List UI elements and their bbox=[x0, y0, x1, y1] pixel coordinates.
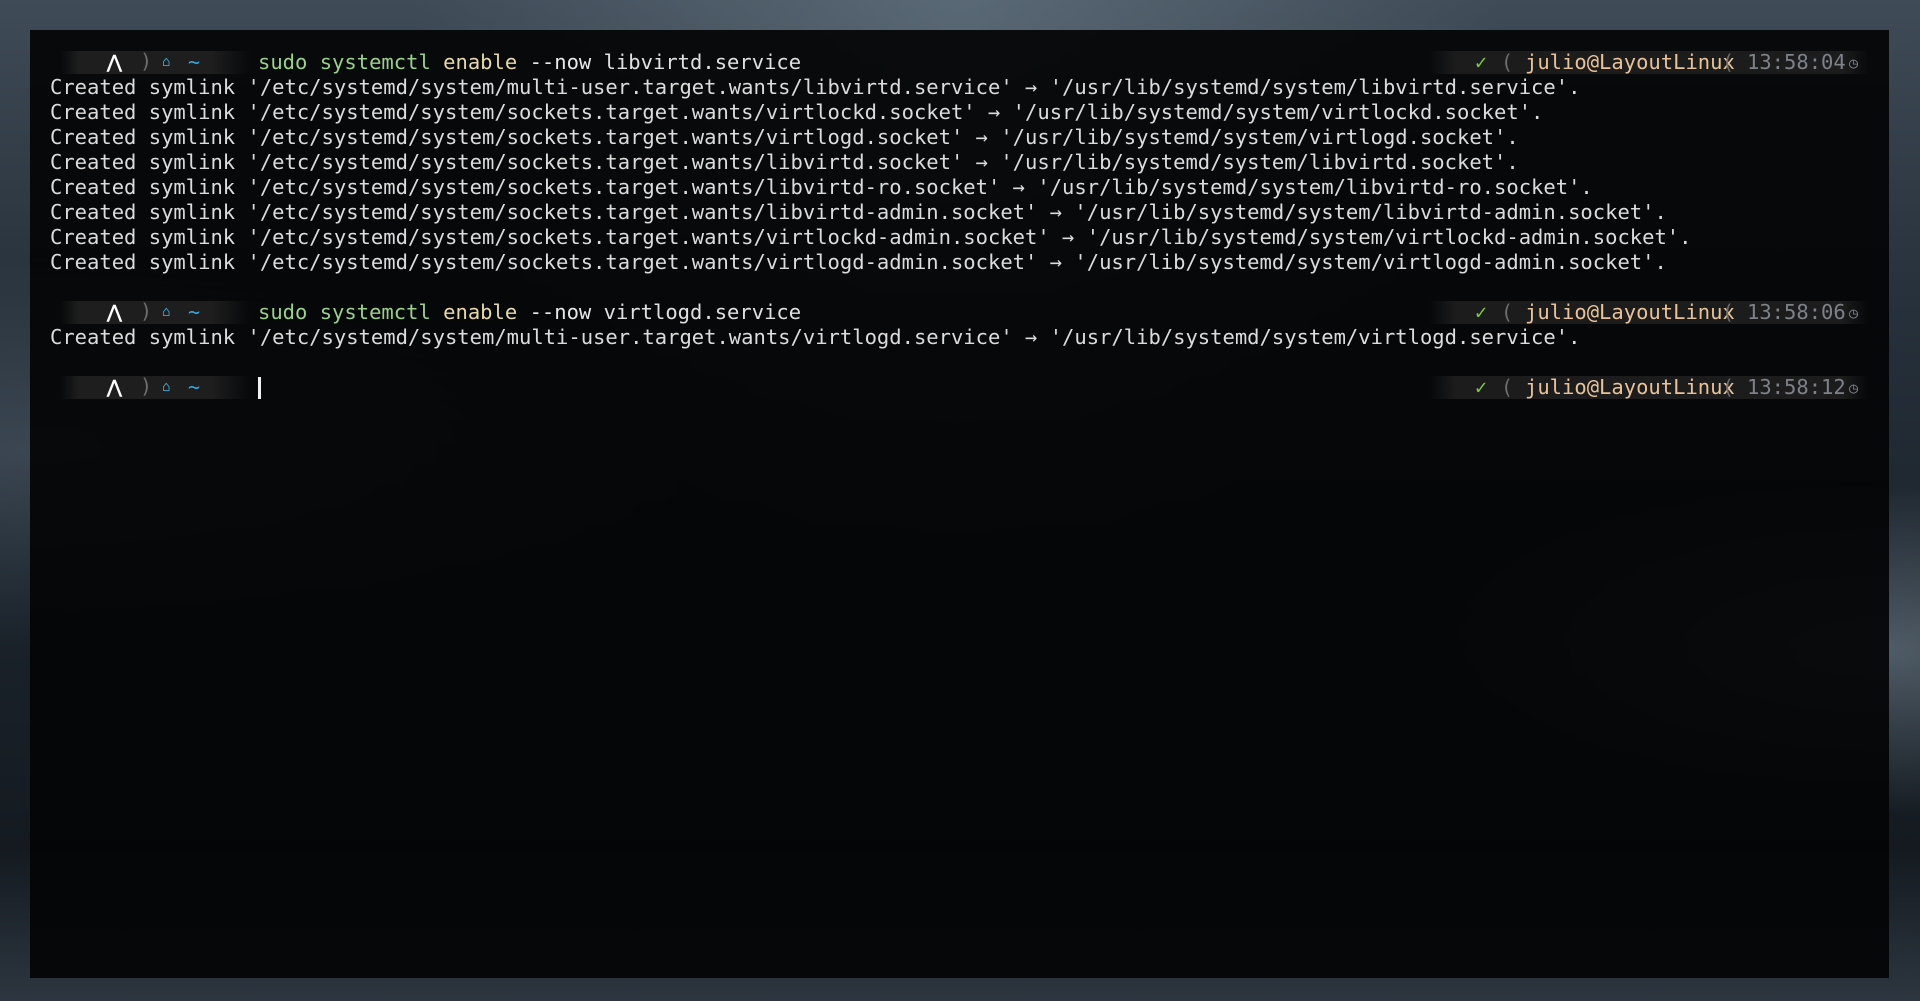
home-icon: ⌂ bbox=[162, 379, 171, 395]
prompt-time: 13:58:06 bbox=[1747, 300, 1846, 324]
success-check-icon: ✓ bbox=[1475, 50, 1488, 74]
command-subcommand: systemctl bbox=[319, 300, 431, 324]
text-cursor[interactable] bbox=[258, 377, 261, 399]
prompt-line: ⋀) ⌂ ~ ✓(julio@LayoutLinux(13:58:12 ◷ bbox=[50, 375, 1869, 400]
prompt-separator: ( bbox=[1722, 300, 1735, 324]
clock-icon: ◷ bbox=[1849, 379, 1859, 397]
prompt-left-segment: ⋀) ⌂ ~ bbox=[60, 374, 250, 399]
current-directory: ~ bbox=[188, 50, 201, 74]
prompt-right-segment: ✓(julio@LayoutLinux(13:58:12 ◷ bbox=[1429, 375, 1869, 399]
user-host: julio@LayoutLinux bbox=[1525, 300, 1735, 324]
current-directory: ~ bbox=[188, 300, 201, 324]
prompt-line: ⋀) ⌂ ~ sudo systemctl enable --now libvirtd… bbox=[50, 50, 1869, 75]
terminal-window[interactable]: ⋀) ⌂ ~ sudo systemctl enable --now libvirtd… bbox=[30, 30, 1889, 978]
current-directory: ~ bbox=[188, 375, 201, 399]
command-verb: enable bbox=[443, 50, 518, 74]
output-line: Created symlink '/etc/systemd/system/soc… bbox=[50, 225, 1692, 249]
command-text: sudo systemctl enable --now libvirtd.ser… bbox=[258, 50, 801, 75]
home-icon: ⌂ bbox=[162, 304, 171, 320]
command-binary: sudo bbox=[258, 300, 308, 324]
user-host: julio@LayoutLinux bbox=[1525, 50, 1735, 74]
arch-linux-icon: ⋀ bbox=[107, 52, 122, 73]
output-line: Created symlink '/etc/systemd/system/soc… bbox=[50, 250, 1667, 274]
prompt-separator: ( bbox=[1722, 50, 1735, 74]
success-check-icon: ✓ bbox=[1475, 375, 1488, 399]
home-icon: ⌂ bbox=[162, 54, 171, 70]
clock-icon: ◷ bbox=[1849, 304, 1859, 322]
output-line: Created symlink '/etc/systemd/system/mul… bbox=[50, 75, 1581, 99]
output-line: Created symlink '/etc/systemd/system/soc… bbox=[50, 125, 1519, 149]
output-line: Created symlink '/etc/systemd/system/soc… bbox=[50, 150, 1519, 174]
output-line: Created symlink '/etc/systemd/system/soc… bbox=[50, 100, 1544, 124]
output-line: Created symlink '/etc/systemd/system/mul… bbox=[50, 325, 1581, 349]
user-host: julio@LayoutLinux bbox=[1525, 375, 1735, 399]
output-line: Created symlink '/etc/systemd/system/soc… bbox=[50, 200, 1667, 224]
arch-linux-icon: ⋀ bbox=[107, 377, 122, 398]
prompt-left-segment: ⋀) ⌂ ~ bbox=[60, 299, 250, 324]
success-check-icon: ✓ bbox=[1475, 300, 1488, 324]
prompt-time: 13:58:04 bbox=[1747, 50, 1846, 74]
prompt-separator: ( bbox=[1501, 375, 1514, 399]
command-target: virtlogd.service bbox=[603, 300, 802, 324]
command-verb: enable bbox=[443, 300, 518, 324]
prompt-right-segment: ✓(julio@LayoutLinux(13:58:06 ◷ bbox=[1429, 300, 1869, 324]
prompt-separator: ) bbox=[140, 299, 153, 323]
prompt-line: ⋀) ⌂ ~ sudo systemctl enable --now virtlogd… bbox=[50, 300, 1869, 325]
prompt-separator: ( bbox=[1501, 50, 1514, 74]
command-flag: --now bbox=[529, 50, 592, 74]
prompt-separator: ) bbox=[140, 49, 153, 73]
output-line: Created symlink '/etc/systemd/system/soc… bbox=[50, 175, 1593, 199]
terminal-output: ⋀) ⌂ ~ sudo systemctl enable --now libvirtd… bbox=[50, 50, 1869, 400]
command-text: sudo systemctl enable --now virtlogd.ser… bbox=[258, 300, 801, 325]
command-target: libvirtd.service bbox=[603, 50, 802, 74]
arch-linux-icon: ⋀ bbox=[107, 302, 122, 323]
prompt-separator: ( bbox=[1722, 375, 1735, 399]
prompt-separator: ( bbox=[1501, 300, 1514, 324]
command-subcommand: systemctl bbox=[319, 50, 431, 74]
prompt-left-segment: ⋀) ⌂ ~ bbox=[60, 49, 250, 74]
prompt-time: 13:58:12 bbox=[1747, 375, 1846, 399]
clock-icon: ◷ bbox=[1849, 54, 1859, 72]
prompt-separator: ) bbox=[140, 374, 153, 398]
command-flag: --now bbox=[529, 300, 592, 324]
prompt-right-segment: ✓(julio@LayoutLinux(13:58:04 ◷ bbox=[1429, 50, 1869, 74]
command-binary: sudo bbox=[258, 50, 308, 74]
